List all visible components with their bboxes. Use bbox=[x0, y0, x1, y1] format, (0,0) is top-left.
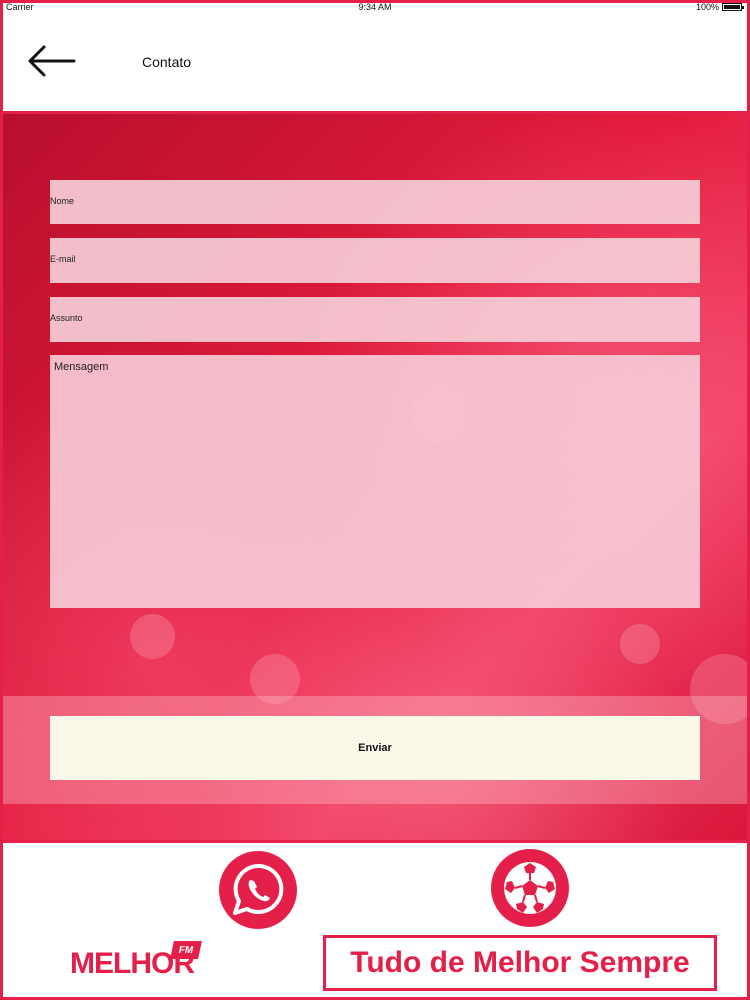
page-title: Contato bbox=[142, 54, 192, 70]
status-bar: Carrier 9:34 AM 100% bbox=[0, 0, 750, 14]
name-placeholder: Nome bbox=[50, 196, 75, 206]
footer: MELHOR FM Tudo de Melhor Sempre bbox=[0, 840, 750, 1000]
whatsapp-icon bbox=[233, 863, 284, 915]
send-button[interactable]: Enviar bbox=[50, 716, 700, 780]
battery-percent: 100% bbox=[695, 2, 719, 12]
email-field[interactable]: E-mail bbox=[50, 238, 700, 283]
soccer-button[interactable] bbox=[491, 849, 569, 927]
back-button[interactable] bbox=[24, 42, 78, 80]
battery-status: 100% bbox=[695, 2, 744, 12]
clock: 9:34 AM bbox=[358, 2, 392, 12]
soccer-ball-icon bbox=[504, 862, 556, 914]
subject-placeholder: Assunto bbox=[50, 313, 83, 323]
battery-icon bbox=[722, 3, 744, 11]
header: Contato bbox=[0, 14, 750, 114]
message-field[interactable]: Mensagem bbox=[50, 355, 700, 608]
bokeh-light bbox=[130, 614, 175, 659]
arrow-left-icon bbox=[28, 45, 76, 77]
melhor-fm-logo: MELHOR FM bbox=[68, 941, 202, 985]
bokeh-light bbox=[620, 624, 660, 664]
message-placeholder: Mensagem bbox=[54, 361, 109, 373]
email-placeholder: E-mail bbox=[50, 254, 76, 264]
name-field[interactable]: Nome bbox=[50, 180, 700, 224]
slogan: Tudo de Melhor Sempre bbox=[323, 935, 717, 991]
subject-field[interactable]: Assunto bbox=[50, 297, 700, 342]
whatsapp-button[interactable] bbox=[219, 851, 297, 929]
logo-badge: FM bbox=[170, 941, 202, 959]
